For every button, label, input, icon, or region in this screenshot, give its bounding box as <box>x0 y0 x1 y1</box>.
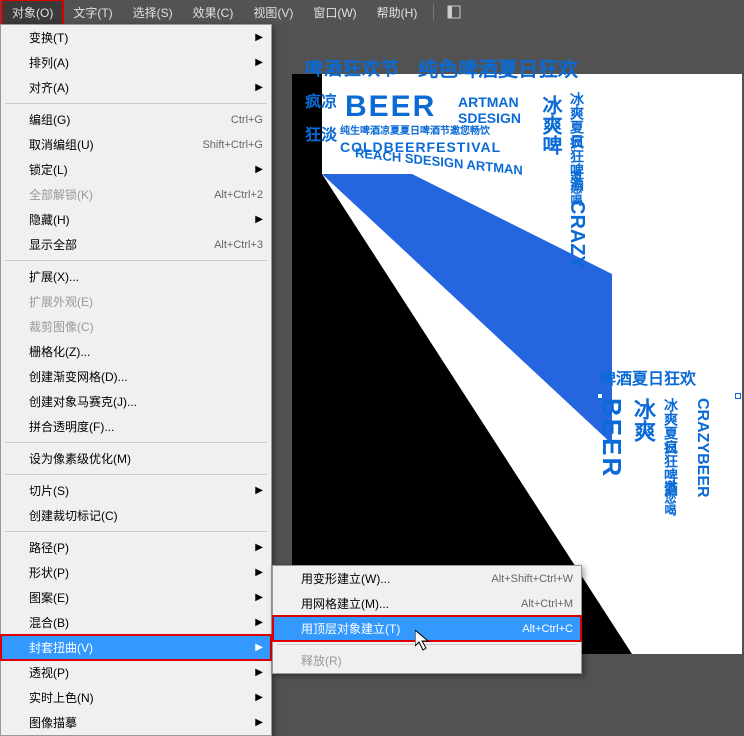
submenu-arrow-icon: ▶ <box>255 667 263 678</box>
art-text: BEER <box>345 92 436 122</box>
panel-icon[interactable] <box>444 2 464 22</box>
submenu-arrow-icon: ▶ <box>255 32 263 43</box>
art-text: 邀您喝 <box>664 480 676 516</box>
separator <box>5 531 267 532</box>
art-text: CRAZY <box>567 200 587 269</box>
object-dropdown: 变换(T)▶ 排列(A)▶ 对齐(A)▶ 编组(G)Ctrl+G 取消编组(U)… <box>0 24 272 736</box>
menu-slice[interactable]: 切片(S)▶ <box>1 478 271 503</box>
menu-shape[interactable]: 形状(P)▶ <box>1 560 271 585</box>
menu-perspective[interactable]: 透视(P)▶ <box>1 660 271 685</box>
menu-effect[interactable]: 效果(C) <box>183 0 244 25</box>
submenu-arrow-icon: ▶ <box>255 82 263 93</box>
menu-pixel-perfect[interactable]: 设为像素级优化(M) <box>1 446 271 471</box>
separator <box>5 474 267 475</box>
menu-flatten-transparency[interactable]: 拼合透明度(F)... <box>1 414 271 439</box>
art-text: ARTMAN <box>458 95 519 109</box>
menu-object[interactable]: 对象(O) <box>2 0 63 25</box>
art-text: 纯色啤酒夏日狂欢 <box>418 60 578 80</box>
menu-text[interactable]: 文字(T) <box>63 0 122 25</box>
menu-lock[interactable]: 锁定(L)▶ <box>1 157 271 182</box>
submenu-arrow-icon: ▶ <box>255 642 263 653</box>
submenu-arrow-icon: ▶ <box>255 567 263 578</box>
menu-gradient-mesh[interactable]: 创建渐变网格(D)... <box>1 364 271 389</box>
menu-hide[interactable]: 隐藏(H)▶ <box>1 207 271 232</box>
art-text: SDESIGN <box>458 111 521 125</box>
submenu-arrow-icon: ▶ <box>255 164 263 175</box>
submenu-arrow-icon: ▶ <box>255 542 263 553</box>
submenu-arrow-icon: ▶ <box>255 214 263 225</box>
art-text: CRAZYBEER <box>694 398 710 498</box>
menu-window[interactable]: 窗口(W) <box>303 0 366 25</box>
art-text: 纯生啤酒凉夏夏日啤酒节邀您畅饮 <box>340 127 490 137</box>
art-text: 冰爽 <box>632 398 654 442</box>
submenu-arrow-icon: ▶ <box>255 485 263 496</box>
menu-path[interactable]: 路径(P)▶ <box>1 535 271 560</box>
menu-expand-appearance: 扩展外观(E) <box>1 289 271 314</box>
menu-crop-image: 裁剪图像(C) <box>1 314 271 339</box>
separator <box>5 260 267 261</box>
menu-show-all[interactable]: 显示全部Alt+Ctrl+3 <box>1 232 271 257</box>
menu-align[interactable]: 对齐(A)▶ <box>1 75 271 100</box>
menu-pattern[interactable]: 图案(E)▶ <box>1 585 271 610</box>
menu-rasterize[interactable]: 栅格化(Z)... <box>1 339 271 364</box>
selection-handle[interactable] <box>597 393 603 399</box>
menu-select[interactable]: 选择(S) <box>123 0 183 25</box>
menu-trim-marks[interactable]: 创建裁切标记(C) <box>1 503 271 528</box>
menu-live-paint[interactable]: 实时上色(N)▶ <box>1 685 271 710</box>
divider <box>433 4 434 20</box>
submenu-make-with-mesh[interactable]: 用网格建立(M)...Alt+Ctrl+M <box>273 591 581 616</box>
menu-blend[interactable]: 混合(B)▶ <box>1 610 271 635</box>
menu-help[interactable]: 帮助(H) <box>367 0 428 25</box>
menu-group[interactable]: 编组(G)Ctrl+G <box>1 107 271 132</box>
submenu-arrow-icon: ▶ <box>255 57 263 68</box>
art-text: 狂淡 <box>305 128 337 144</box>
menu-expand[interactable]: 扩展(X)... <box>1 264 271 289</box>
art-text: BEER <box>599 398 625 478</box>
submenu-arrow-icon: ▶ <box>255 592 263 603</box>
menu-image-trace[interactable]: 图像描摹▶ <box>1 710 271 735</box>
separator <box>5 442 267 443</box>
selection-handle[interactable] <box>735 393 741 399</box>
submenu-arrow-icon: ▶ <box>255 617 263 628</box>
menu-object-mosaic[interactable]: 创建对象马赛克(J)... <box>1 389 271 414</box>
art-text: 冰爽啤 <box>540 95 560 155</box>
submenu-arrow-icon: ▶ <box>255 717 263 728</box>
menu-view[interactable]: 视图(V) <box>243 0 303 25</box>
menu-transform[interactable]: 变换(T)▶ <box>1 25 271 50</box>
menu-envelope-distort[interactable]: 封套扭曲(V)▶ <box>1 635 271 660</box>
submenu-arrow-icon: ▶ <box>255 692 263 703</box>
menu-unlock-all: 全部解锁(K)Alt+Ctrl+2 <box>1 182 271 207</box>
cursor-icon <box>415 630 433 652</box>
art-text: 啤酒狂欢节 <box>305 60 400 78</box>
separator <box>5 103 267 104</box>
submenu-make-with-warp[interactable]: 用变形建立(W)...Alt+Shift+Ctrl+W <box>273 566 581 591</box>
menu-arrange[interactable]: 排列(A)▶ <box>1 50 271 75</box>
art-text: 啤酒夏日狂欢 <box>600 372 696 388</box>
art-text: 疯凉 <box>305 95 337 111</box>
menubar: 对象(O) 文字(T) 选择(S) 效果(C) 视图(V) 窗口(W) 帮助(H… <box>0 0 744 24</box>
menu-ungroup[interactable]: 取消编组(U)Shift+Ctrl+G <box>1 132 271 157</box>
envelope-submenu: 用变形建立(W)...Alt+Shift+Ctrl+W 用网格建立(M)...A… <box>272 565 582 674</box>
